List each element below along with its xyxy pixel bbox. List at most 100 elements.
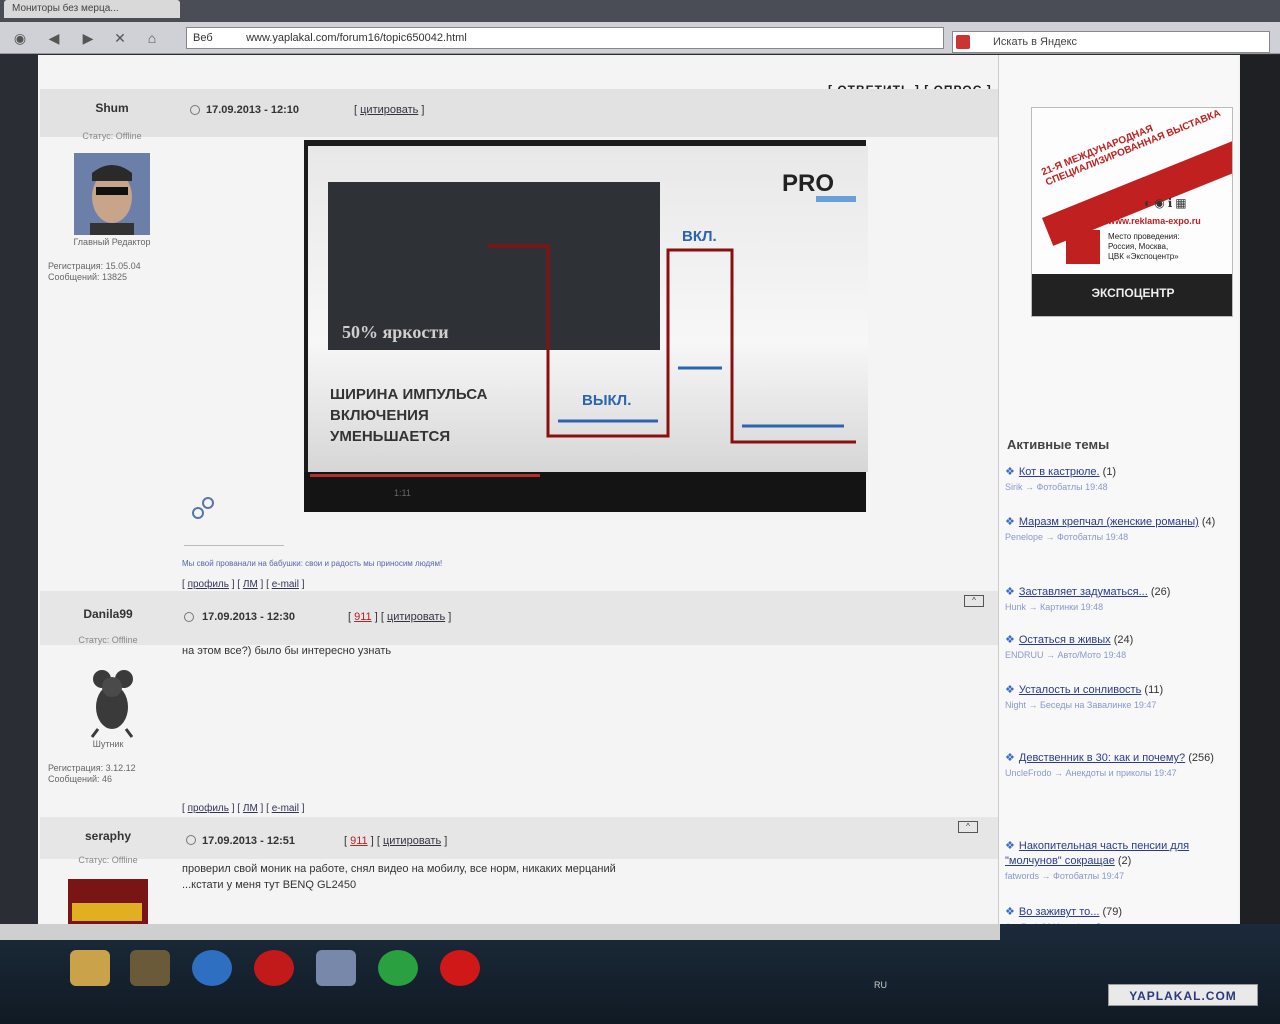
topic-link[interactable]: Девственник в 30: как и почему?: [1019, 752, 1185, 764]
share-icon[interactable]: [190, 495, 216, 521]
advert-footer: ЭКСПОЦЕНТР: [1032, 274, 1232, 316]
post-author[interactable]: seraphy: [38, 829, 178, 843]
author-reg: Регистрация: 3.12.12: [48, 763, 136, 773]
watermark: YAPLAKAL.COM: [1108, 984, 1258, 1006]
forward-icon[interactable]: ▶: [78, 28, 98, 48]
advert-logo: [1066, 230, 1100, 264]
advert-place-line-1: Место проведения:: [1108, 232, 1180, 241]
topic-link[interactable]: Заставляет задуматься...: [1019, 586, 1148, 598]
topic-item: ❖ Остаться в живых (24) ENDRUU → Авто/Мот…: [1005, 633, 1237, 663]
profile-link[interactable]: профиль: [188, 579, 229, 590]
topic-bullet-icon: ❖: [1005, 586, 1015, 598]
topic-meta: UncleFrodo → Анекдоты и приколы 19:47: [1005, 768, 1177, 778]
post-date: 17.09.2013 - 12:30: [202, 611, 295, 623]
author-reg: Регистрация: 15.05.04: [48, 261, 141, 271]
video-controls[interactable]: 1:11: [304, 472, 866, 512]
post-body: проверил свой моник на работе, снял виде…: [182, 861, 616, 893]
language-indicator[interactable]: RU: [874, 980, 887, 990]
rating-link[interactable]: 911: [350, 835, 368, 847]
topic-item: ❖ Накопительная часть пенсии для "молчуно…: [1005, 839, 1237, 884]
topic-meta: Sirik → Фотобатлы 19:48: [1005, 482, 1108, 492]
pm-link[interactable]: ЛМ: [243, 579, 258, 590]
topic-link[interactable]: Накопительная часть пенсии для "молчунов…: [1005, 840, 1189, 867]
author-status: Статус: Offline: [78, 855, 138, 865]
speed-dial-icon[interactable]: ◉: [10, 28, 30, 48]
rating-link[interactable]: 911: [354, 611, 372, 623]
topic-meta: Penelope → Фотобатлы 19:48: [1005, 532, 1129, 542]
opera-alt-icon[interactable]: [440, 950, 480, 986]
author-msgs: Сообщений: 46: [48, 774, 113, 784]
topic-bullet-icon: ❖: [1005, 466, 1015, 478]
email-link[interactable]: e-mail: [272, 803, 299, 814]
author-role: Главный Редактор: [73, 237, 151, 247]
topic-item: ❖ Маразм крепчал (женские романы) (4) Pen…: [1005, 515, 1237, 545]
home-icon[interactable]: ⌂: [142, 28, 162, 48]
media-player-icon[interactable]: [130, 950, 170, 986]
video-progress-bar[interactable]: [310, 474, 540, 477]
signature-divider: [184, 545, 284, 546]
browser-toolbar: ◉ ◀ ▶ ✕ ⌂ Веб www.yaplakal.com/forum16/t…: [0, 22, 1280, 54]
video-player[interactable]: 50% яркости PRO ШИРИНА ИМПУЛЬСА ВКЛЮЧЕНИ…: [304, 140, 868, 512]
topic-item: ❖ Девственник в 30: как и почему? (256) U…: [1005, 751, 1237, 781]
post-author[interactable]: Danila99: [38, 607, 178, 621]
internet-explorer-icon[interactable]: [192, 950, 232, 986]
post-actions: [ 911 ] [ цитировать ]: [344, 835, 448, 847]
browser-tab[interactable]: Мониторы без мерца...: [4, 0, 180, 18]
post-link-icon[interactable]: [186, 835, 196, 845]
topic-count: (79): [1102, 906, 1123, 918]
post-profile-links: [ профиль ] [ ЛМ ] [ e-mail ]: [182, 803, 305, 814]
active-topics-title: Активные темы: [1007, 437, 1110, 452]
post-signature: Мы свой прованали на бабушки: свои и рад…: [182, 559, 443, 568]
yandex-icon[interactable]: [956, 35, 970, 49]
scroll-top-icon[interactable]: ^: [958, 821, 978, 833]
pwm-waveform: [488, 244, 856, 444]
opera-icon[interactable]: [254, 950, 294, 986]
profile-link[interactable]: профиль: [188, 803, 229, 814]
author-status: Статус: Offline: [82, 131, 142, 141]
label-on: ВКЛ.: [682, 228, 717, 245]
topic-link[interactable]: Маразм крепчал (женские романы): [1019, 516, 1199, 528]
advert-banner[interactable]: 21-Я МЕЖДУНАРОДНАЯ СПЕЦИАЛИЗИРОВАННАЯ ВЫ…: [1031, 107, 1233, 317]
topic-link[interactable]: Остаться в живых: [1019, 634, 1111, 646]
topic-link[interactable]: Кот в кастрюле.: [1019, 466, 1100, 478]
post-profile-links: [ профиль ] [ ЛМ ] [ e-mail ]: [182, 579, 305, 590]
post-date: 17.09.2013 - 12:10: [206, 104, 299, 116]
advert-place-line-3: ЦВК «Экспоцентр»: [1108, 252, 1179, 261]
post-link-icon[interactable]: [190, 105, 200, 115]
topic-link[interactable]: Во заживут то...: [1019, 906, 1100, 918]
utorrent-icon[interactable]: [378, 950, 418, 986]
quote-link[interactable]: цитировать: [383, 835, 441, 847]
advert-icons: ◐◉ℹ▦: [1144, 196, 1190, 210]
quote-link[interactable]: [ цитировать ]: [354, 104, 424, 116]
scroll-top-icon[interactable]: ^: [964, 595, 984, 607]
forum-page: [ ОТВЕТИТЬ ] [ ОПРОС ] Shum Статус: Offl…: [38, 55, 1270, 932]
email-link[interactable]: e-mail: [272, 579, 299, 590]
topic-count: (256): [1188, 752, 1214, 764]
quote-link[interactable]: цитировать: [387, 611, 445, 623]
topic-count: (24): [1113, 634, 1134, 646]
topic-bullet-icon: ❖: [1005, 906, 1015, 918]
pm-link[interactable]: ЛМ: [243, 803, 258, 814]
post-author[interactable]: Shum: [42, 101, 182, 115]
address-bar[interactable]: Веб www.yaplakal.com/forum16/topic650042…: [186, 27, 944, 49]
topic-bullet-icon: ❖: [1005, 840, 1015, 852]
explorer-icon[interactable]: [70, 950, 110, 986]
topic-link[interactable]: Усталость и сонливость: [1019, 684, 1141, 696]
stop-icon[interactable]: ✕: [110, 28, 130, 48]
yandex-search-input[interactable]: Искать в Яндекс: [952, 31, 1270, 53]
topic-meta: fatwords → Фотобатлы 19:47: [1005, 871, 1125, 881]
post-header-1: [40, 89, 1000, 137]
topic-meta: Night → Беседы на Завалинке 19:47: [1005, 700, 1157, 710]
topic-meta: ENDRUU → Авто/Мото 19:48: [1005, 650, 1127, 660]
topic-count: (2): [1117, 855, 1132, 867]
post-date: 17.09.2013 - 12:51: [202, 835, 295, 847]
post-link-icon[interactable]: [184, 612, 194, 622]
author-role: Шутник: [92, 739, 124, 749]
advert-place: Место проведения: Россия, Москва, ЦВК «Э…: [1108, 232, 1228, 262]
topic-bullet-icon: ❖: [1005, 684, 1015, 696]
speaker-icon[interactable]: [316, 950, 356, 986]
avatar: [68, 879, 148, 925]
topic-count: (26): [1150, 586, 1171, 598]
post-header-3: [40, 817, 998, 859]
back-icon[interactable]: ◀: [44, 28, 64, 48]
